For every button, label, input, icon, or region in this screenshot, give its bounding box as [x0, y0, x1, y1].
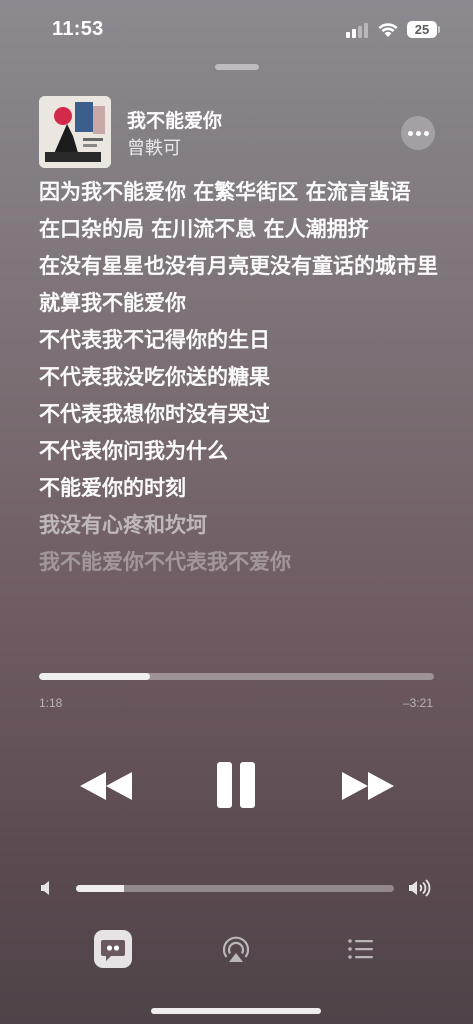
song-title: 我不能爱你 [127, 110, 223, 132]
fast-forward-button[interactable] [340, 766, 396, 806]
wifi-icon [378, 23, 398, 37]
lyric-line[interactable]: 我不能爱你不代表我不爱你 [39, 548, 439, 576]
lyrics-panel[interactable]: 因为我不能爱你 在繁华街区 在流言蜚语 在口杂的局 在川流不息 在人潮拥挤 在没… [39, 178, 439, 585]
album-artwork-image [39, 96, 111, 168]
more-dots-icon [408, 131, 413, 136]
volume-level-fill [76, 885, 124, 892]
status-bar: 11:53 25 [0, 0, 473, 56]
lyric-line[interactable]: 不代表你问我为什么 [39, 437, 439, 465]
rewind-button[interactable] [78, 766, 134, 806]
lyric-line[interactable]: 在口杂的局 在川流不息 在人潮拥挤 [39, 215, 439, 243]
lyrics-icon [101, 940, 125, 961]
volume-slider[interactable] [76, 885, 394, 892]
airplay-icon[interactable] [217, 930, 255, 968]
elapsed-time: 1:18 [39, 696, 63, 710]
lyric-line[interactable]: 不能爱你的时刻 [39, 474, 439, 502]
lyric-line[interactable]: 就算我不能爱你 [39, 289, 439, 317]
sheet-grabber[interactable] [215, 64, 259, 70]
lyric-line[interactable]: 因为我不能爱你 在繁华街区 在流言蜚语 [39, 178, 439, 206]
volume-low-icon [41, 881, 49, 895]
song-artist[interactable]: 曾軼可 [127, 134, 181, 160]
battery-level: 25 [407, 21, 437, 38]
more-dots-icon-dot [424, 131, 429, 136]
pause-icon-bar [240, 762, 255, 808]
pause-button[interactable] [214, 760, 258, 810]
lyric-line[interactable]: 不代表我想你时没有哭过 [39, 400, 439, 428]
remaining-time: –3:21 [402, 696, 433, 710]
battery-nub [438, 26, 440, 33]
cellular-signal-icon [346, 22, 370, 38]
now-playing-header: 我不能爱你 曾軼可 [39, 96, 439, 168]
playback-scrubber[interactable] [39, 673, 434, 680]
status-time: 11:53 [52, 18, 104, 40]
home-indicator[interactable] [151, 1008, 321, 1014]
lyric-line[interactable]: 不代表我不记得你的生日 [39, 326, 439, 354]
lyric-line[interactable]: 不代表我没吃你送的糖果 [39, 363, 439, 391]
more-dots-icon-dot [416, 131, 421, 136]
lyrics-button[interactable] [94, 930, 132, 968]
more-options-button[interactable] [401, 116, 435, 150]
queue-list-icon[interactable] [342, 930, 380, 968]
lyric-line[interactable]: 在没有星星也没有月亮更没有童话的城市里 [39, 252, 439, 280]
album-artwork[interactable] [39, 96, 111, 168]
playback-progress-fill [39, 673, 150, 680]
lyric-line[interactable]: 我没有心疼和坎坷 [39, 511, 439, 539]
volume-high-icon [409, 879, 431, 897]
pause-icon-bar [217, 762, 232, 808]
